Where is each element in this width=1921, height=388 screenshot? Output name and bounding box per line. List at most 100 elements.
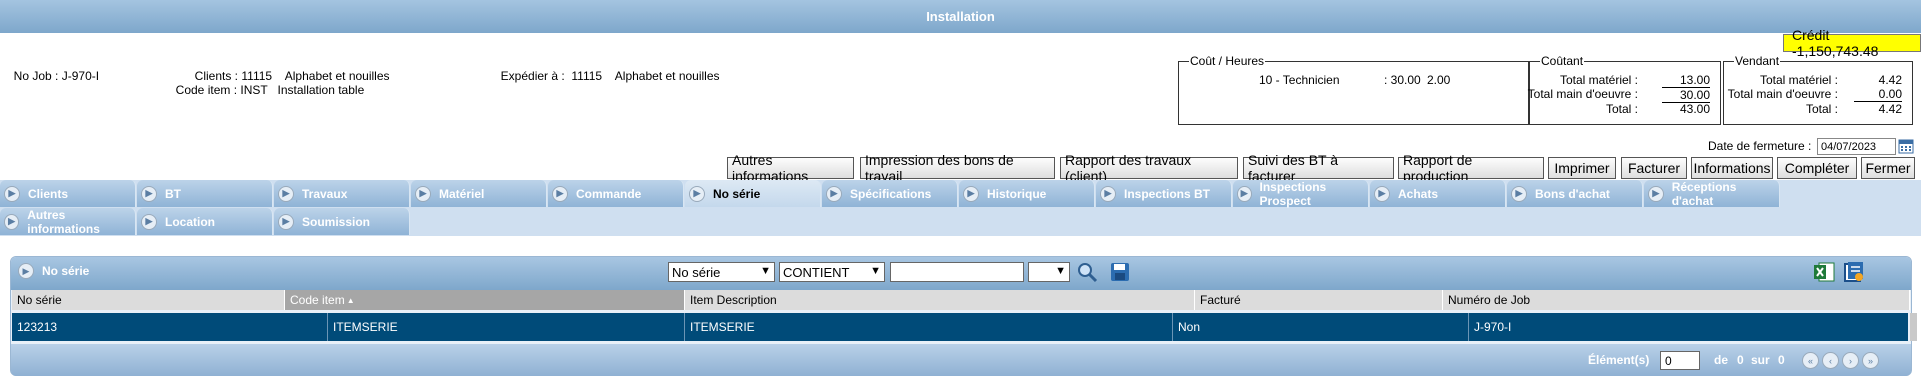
tab-bt[interactable]: ▶ BT xyxy=(137,180,273,207)
tab-arrow-icon: ▶ xyxy=(1648,185,1664,202)
tab-inspections-bt[interactable]: ▶ Inspections BT xyxy=(1096,180,1232,207)
tab-arrow-icon: ▶ xyxy=(552,185,568,202)
imprimer-button[interactable]: Imprimer xyxy=(1548,157,1616,179)
tab-arrow-icon: ▶ xyxy=(278,185,294,202)
tab-historique[interactable]: ▶ Historique xyxy=(959,180,1095,207)
next-page-icon[interactable]: › xyxy=(1842,352,1859,369)
cell-item-description: ITEMSERIE xyxy=(685,313,1173,341)
tab-clients[interactable]: ▶ Clients xyxy=(0,180,136,207)
tab-label: Soumission xyxy=(302,214,371,229)
impression-bons-travail-button[interactable]: Impression des bons de travail xyxy=(860,152,1055,184)
job-info: No Job : J-970-I xyxy=(7,55,99,83)
vendant-box: Vendant Total matériel : 4.42 Total main… xyxy=(1723,54,1913,125)
pager-of-label: de xyxy=(1714,353,1729,367)
vendant-labour-value: 0.00 xyxy=(1854,87,1902,102)
tab-label: Bons d'achat xyxy=(1535,186,1610,201)
tab-label: Inspections BT xyxy=(1124,186,1211,201)
col-header-item-description[interactable]: Item Description xyxy=(685,290,1195,310)
table-row[interactable]: 123213 ITEMSERIE ITEMSERIE Non J-970-I xyxy=(12,313,1908,341)
tab-label: No série xyxy=(713,186,761,201)
completer-button[interactable]: Compléter xyxy=(1777,157,1857,179)
closing-date-input[interactable]: 04/07/2023 xyxy=(1817,138,1896,155)
tab-label: Spécifications xyxy=(850,186,932,201)
vendant-labour-label: Total main d'oeuvre : xyxy=(1727,87,1838,101)
tab-travaux[interactable]: ▶ Travaux xyxy=(274,180,410,207)
pager-on-value: 0 xyxy=(1778,353,1785,367)
col-header-code-item[interactable]: Code item ▲ xyxy=(285,290,685,310)
tab-label: Matériel xyxy=(439,186,485,201)
tab-inspections-prospect[interactable]: ▶ Inspections Prospect xyxy=(1233,180,1369,208)
first-page-icon[interactable]: « xyxy=(1802,352,1819,369)
chevron-down-icon: ▼ xyxy=(760,265,771,277)
last-page-icon[interactable]: » xyxy=(1862,352,1879,369)
tab-label: Réceptions d'achat xyxy=(1671,179,1737,208)
calendar-icon[interactable] xyxy=(1898,138,1914,154)
tab-arrow-icon: ▶ xyxy=(689,185,705,202)
tab-location[interactable]: ▶ Location xyxy=(137,208,273,235)
filter-field-select[interactable]: No série ▼ xyxy=(668,262,775,282)
tab-arrow-icon: ▶ xyxy=(1100,185,1116,202)
tab-arrow-icon: ▶ xyxy=(415,185,431,202)
search-icon[interactable] xyxy=(1076,261,1098,283)
credit-badge: Crédit -1,150,743.48 xyxy=(1783,27,1921,59)
coutant-material-value: 13.00 xyxy=(1679,73,1710,87)
rapport-travaux-client-button[interactable]: Rapport des travaux (client) xyxy=(1060,152,1238,184)
pager-of-value: 0 xyxy=(1737,353,1744,367)
tab-no-serie[interactable]: ▶ No série xyxy=(685,180,821,207)
tab-arrow-icon: ▶ xyxy=(278,213,294,230)
filter-operator-select[interactable]: CONTIENT ▼ xyxy=(779,262,885,282)
pager-input[interactable]: 0 xyxy=(1660,351,1700,370)
tab-arrow-icon: ▶ xyxy=(4,213,20,230)
ship-to-info: Expédier à : 11115 Alphabet et nouilles xyxy=(494,55,720,83)
closing-date-label: Date de fermeture : xyxy=(1708,139,1812,153)
chevron-down-icon: ▼ xyxy=(870,265,881,277)
coutant-box: Coûtant Total matériel : 13.00 Total mai… xyxy=(1528,54,1721,125)
col-header-numero-job[interactable]: Numéro de Job xyxy=(1443,290,1910,310)
tab-materiel[interactable]: ▶ Matériel xyxy=(411,180,547,207)
vendant-total-value: 4.42 xyxy=(1878,102,1902,116)
coutant-labour-value: 30.00 xyxy=(1662,87,1710,103)
col-header-no-serie[interactable]: No série xyxy=(12,290,285,310)
vendant-total-label: Total : xyxy=(1805,102,1838,116)
tab-commande[interactable]: ▶ Commande xyxy=(548,180,684,207)
tab-achats[interactable]: ▶ Achats xyxy=(1370,180,1506,207)
tab-label: BT xyxy=(165,186,181,201)
filter-value-input[interactable] xyxy=(890,262,1024,282)
tab-arrow-icon: ▶ xyxy=(1237,185,1252,202)
tab-autres-informations[interactable]: ▶ Autres informations xyxy=(0,208,136,236)
fermer-button[interactable]: Fermer xyxy=(1861,157,1915,179)
col-header-facture[interactable]: Facturé xyxy=(1195,290,1443,310)
cell-facture: Non xyxy=(1173,313,1469,341)
informations-button[interactable]: Informations xyxy=(1691,157,1773,179)
tab-bons-d-achat[interactable]: ▶ Bons d'achat xyxy=(1507,180,1643,207)
tab-arrow-icon: ▶ xyxy=(1374,185,1390,202)
facturer-button[interactable]: Facturer xyxy=(1621,157,1687,179)
filter-extra-select[interactable]: ▼ xyxy=(1028,262,1070,282)
tab-arrow-icon: ▶ xyxy=(4,185,20,202)
job-label: No Job : xyxy=(13,69,59,83)
suivi-bt-facturer-button[interactable]: Suivi des BT à facturer xyxy=(1243,152,1394,184)
autres-informations-button[interactable]: Autres informations xyxy=(727,152,854,184)
cout-heures-box: Coût / Heures 10 - Technicien : 30.00 2.… xyxy=(1178,54,1529,125)
cell-numero-job: J-970-I xyxy=(1474,320,1512,334)
tab-soumission[interactable]: ▶ Soumission xyxy=(274,208,410,235)
tab-label: Achats xyxy=(1398,186,1439,201)
rapport-production-button[interactable]: Rapport de production xyxy=(1398,152,1544,184)
filter-field-value: No série xyxy=(672,264,721,280)
previous-page-icon[interactable]: ‹ xyxy=(1822,352,1839,369)
grid-title: No série xyxy=(42,264,90,278)
window-title: Installation xyxy=(0,0,1921,33)
tab-receptions-d-achat[interactable]: ▶ Réceptions d'achat xyxy=(1644,179,1780,208)
job-value: J-970-I xyxy=(61,69,100,83)
grid-scrollbar[interactable] xyxy=(1910,313,1917,341)
excel-export-icon[interactable] xyxy=(1813,262,1835,282)
save-icon[interactable] xyxy=(1110,262,1130,282)
code-item-description: Installation table xyxy=(277,83,365,97)
chevron-down-icon: ▼ xyxy=(1055,265,1066,277)
report-icon[interactable] xyxy=(1842,261,1866,283)
tab-specifications[interactable]: ▶ Spécifications xyxy=(822,180,958,207)
grid-collapse-icon[interactable]: ▶ xyxy=(18,263,34,279)
tab-arrow-icon: ▶ xyxy=(1511,185,1527,202)
coutant-material-label: Total matériel : xyxy=(1559,73,1638,87)
tab-label: Location xyxy=(165,214,215,229)
